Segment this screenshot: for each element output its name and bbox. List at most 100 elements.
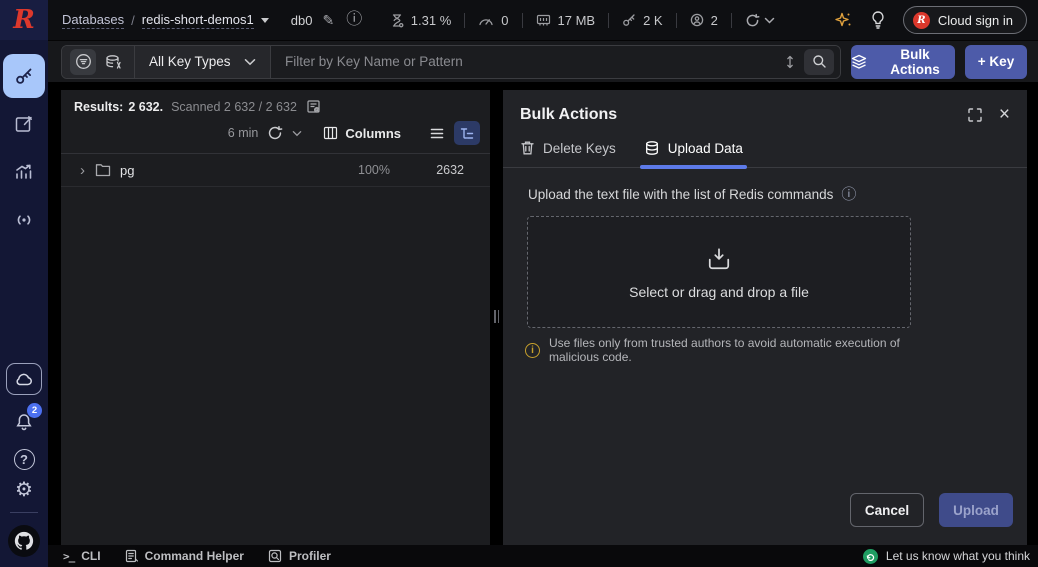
db-info-button[interactable]: ⓘ: [346, 12, 362, 28]
breadcrumb-databases-link[interactable]: Databases: [62, 12, 125, 29]
tab-upload-data[interactable]: Upload Data: [639, 140, 747, 169]
pubsub-icon: [14, 210, 34, 230]
columns-button-label: Columns: [345, 125, 401, 141]
sidebar-item-cloud[interactable]: [6, 363, 42, 395]
view-toggle: [424, 121, 480, 145]
cloud-sign-in-button[interactable]: R Cloud sign in: [902, 6, 1027, 34]
key-type-select[interactable]: All Key Types: [135, 45, 271, 78]
trash-icon: [520, 140, 535, 156]
stat-cpu-value: 1.31 %: [410, 12, 452, 28]
key-search-input[interactable]: [285, 54, 784, 69]
command-helper-label: Command Helper: [144, 549, 244, 563]
search-button[interactable]: [804, 48, 834, 75]
chevron-down-icon: [764, 17, 775, 24]
bulk-actions-footer: Cancel Upload: [503, 493, 1027, 545]
cancel-button[interactable]: Cancel: [850, 493, 924, 527]
analytics-icon: [14, 162, 34, 182]
text-height-icon[interactable]: [784, 54, 796, 70]
tab-delete-keys[interactable]: Delete Keys: [520, 140, 616, 167]
folder-icon: [95, 163, 111, 177]
top-bar: Databases / redis-short-demos1 db0 ✎ ⓘ 1…: [48, 0, 1038, 40]
sidebar-item-workbench[interactable]: [3, 102, 45, 146]
add-key-button[interactable]: + Key: [965, 44, 1027, 79]
sidebar-item-pubsub[interactable]: [3, 198, 45, 242]
search-area: [271, 45, 840, 78]
list-controls-row: 6 min Columns: [61, 114, 490, 154]
sidebar-item-settings[interactable]: ⚙: [15, 480, 33, 500]
filter-by-type-button[interactable]: [70, 48, 96, 75]
refresh-settings-caret[interactable]: [764, 17, 775, 24]
stat-clients-value: 2: [710, 12, 718, 28]
database-switch-caret-icon[interactable]: [260, 17, 269, 23]
tree-view-button[interactable]: [454, 121, 480, 145]
refresh-stats-button[interactable]: [732, 13, 764, 28]
columns-icon: [323, 126, 338, 140]
tree-row-pg[interactable]: › pg 100% 2632: [61, 154, 490, 187]
chevron-down-icon: [244, 58, 256, 66]
memory-icon: [536, 13, 551, 27]
feedback-icon: [862, 548, 878, 564]
warning-info-icon: i: [525, 342, 540, 358]
warning-text: Use files only from trusted authors to a…: [549, 336, 900, 364]
breadcrumb-separator: /: [131, 12, 135, 28]
folder-name: pg: [120, 162, 135, 178]
results-label: Results:: [74, 99, 124, 114]
panel-resize-handle[interactable]: [490, 306, 503, 326]
upload-info-icon[interactable]: ⓘ: [841, 187, 856, 202]
refresh-keys-button[interactable]: [267, 125, 283, 141]
redisinsight-logo[interactable]: R: [0, 0, 48, 40]
edit-db-alias-button[interactable]: ✎: [322, 13, 334, 27]
close-icon: ×: [998, 104, 1010, 125]
folder-key-count: 2632: [436, 163, 464, 177]
key-icon: [14, 66, 34, 86]
stat-cpu: 1.31 %: [377, 13, 464, 28]
topbar-right-group: R Cloud sign in: [833, 6, 1027, 34]
file-dropzone[interactable]: Select or drag and drop a file: [527, 216, 911, 328]
scan-settings-icon[interactable]: [306, 99, 321, 114]
auto-refresh-caret[interactable]: [292, 130, 302, 137]
sidebar-item-notifications[interactable]: 2: [6, 403, 42, 439]
bulk-actions-title: Bulk Actions: [520, 105, 618, 123]
feedback-link[interactable]: Let us know what you think: [862, 548, 1030, 564]
fullscreen-icon[interactable]: [967, 107, 983, 123]
stat-commands-value: 0: [501, 12, 509, 28]
profiler-toggle[interactable]: Profiler: [268, 549, 331, 563]
sidebar-item-github[interactable]: [8, 525, 40, 557]
upload-hint-row: Upload the text file with the list of Re…: [503, 168, 1027, 202]
bulk-actions-button[interactable]: Bulk Actions: [851, 44, 955, 79]
folder-percent: 100%: [358, 163, 390, 177]
columns-button[interactable]: Columns: [323, 126, 401, 141]
cloud-icon: [14, 371, 34, 387]
trusted-files-warning: i Use files only from trusted authors to…: [525, 336, 911, 364]
cpu-icon: [390, 13, 404, 28]
list-view-icon: [430, 128, 444, 139]
stat-commands: 0: [465, 13, 521, 28]
sidebar-item-browser[interactable]: [3, 54, 45, 98]
results-summary: Results: 2 632. Scanned 2 632 / 2 632: [61, 90, 490, 114]
close-panel-button[interactable]: ×: [999, 105, 1010, 124]
list-view-button[interactable]: [424, 121, 450, 145]
cli-toggle[interactable]: >_ CLI: [63, 549, 101, 563]
sidebar-item-analytics[interactable]: [3, 150, 45, 194]
filter-mode-group: [62, 45, 135, 78]
bulk-actions-button-label: Bulk Actions: [890, 46, 940, 77]
stat-memory-value: 17 MB: [557, 12, 596, 28]
profiler-search-icon: [268, 549, 282, 563]
expand-chevron-icon[interactable]: ›: [80, 162, 85, 179]
upload-button[interactable]: Upload: [939, 493, 1013, 527]
copilot-button[interactable]: [833, 10, 853, 30]
key-type-selected-label: All Key Types: [149, 54, 231, 69]
small-key-icon: [622, 13, 636, 27]
insights-button[interactable]: [870, 10, 886, 30]
db-index-label: db0: [290, 12, 313, 28]
search-icon: [812, 54, 827, 69]
document-icon: [125, 549, 138, 563]
sidebar-item-help[interactable]: ?: [13, 449, 35, 470]
add-key-button-label: + Key: [977, 54, 1015, 69]
filter-by-database-button[interactable]: [100, 49, 126, 75]
left-sidebar: R 2 ? ⚙: [0, 0, 48, 567]
filter-assembly: All Key Types: [61, 44, 841, 79]
command-helper-toggle[interactable]: Command Helper: [125, 549, 244, 563]
breadcrumb-database-name[interactable]: redis-short-demos1: [141, 12, 254, 29]
sparkle-icon: [833, 10, 853, 30]
